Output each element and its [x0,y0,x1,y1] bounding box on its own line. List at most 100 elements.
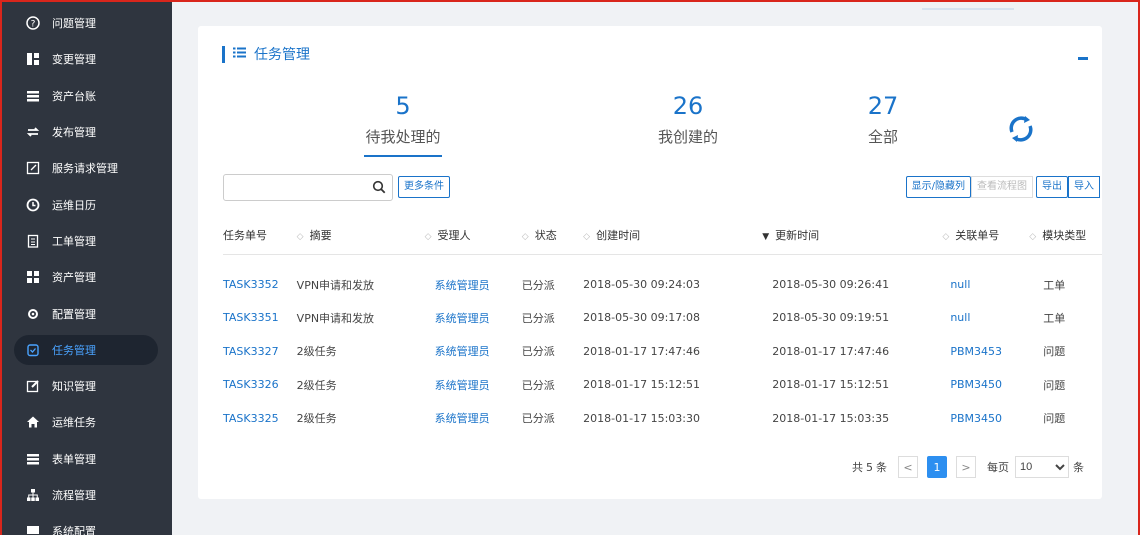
created-cell: 2018-01-17 15:03:30 [583,411,700,425]
stat-label: 我创建的 [657,128,718,146]
stat-number: 5 [395,92,411,120]
col-header-task-no[interactable]: 任务单号 [223,216,297,255]
sidebar-item-asset[interactable]: 资产管理 [0,259,172,295]
sidebar-item-label: 表单管理 [52,452,96,466]
col-header-updated[interactable]: ▼ 更新时间 [762,216,943,255]
stat-number: 27 [867,92,899,120]
assignee-link[interactable]: 系统管理员 [425,368,522,402]
task-table: 任务单号 ◇ 摘要 ◇ 受理人 ◇ 状态 ◇ 创建时间 ▼ 更新时间 ◇ 关联单号 ◇ 模块类… [223,216,1102,435]
task-no-link[interactable]: TASK3327 [223,335,297,369]
sidebar-item-label: 系统配置 [52,525,96,535]
related-no-link[interactable]: PBM3453 [942,335,1029,369]
stat-number: 26 [672,92,704,120]
sidebar-item-process[interactable]: 流程管理 [0,477,172,513]
active-tab-underline [364,155,442,157]
sidebar-item-task[interactable]: 任务管理 [0,332,172,368]
search-field[interactable] [223,174,393,201]
sidebar-item-label: 配置管理 [52,307,96,321]
table-header-row: 任务单号 ◇ 摘要 ◇ 受理人 ◇ 状态 ◇ 创建时间 ▼ 更新时间 ◇ 关联单号 ◇ 模块类… [223,216,1102,255]
col-header-created[interactable]: ◇ 创建时间 [583,216,763,255]
sidebar-item-change[interactable]: 变更管理 [0,41,172,77]
created-cell: 2018-05-30 09:17:08 [583,311,700,325]
task-no-link[interactable]: TASK3326 [223,368,297,402]
updated-cell: 2018-01-17 15:12:51 [772,378,890,392]
export-button[interactable]: 导出 [1036,176,1068,198]
summary-cell: 2级任务 [296,345,337,359]
home-icon [26,415,40,429]
import-button[interactable]: 导入 [1068,176,1100,198]
col-header-module-type[interactable]: ◇ 模块类型 [1029,216,1102,255]
sidebar-item-knowledge[interactable]: 知识管理 [0,368,172,404]
assignee-link[interactable]: 系统管理员 [425,335,522,369]
sort-icon: ◇ [942,231,950,242]
sidebar-item-ops-task[interactable]: 运维任务 [0,404,172,440]
search-icon[interactable] [372,180,386,194]
sidebar-item-label: 问题管理 [52,17,96,31]
page-number-current[interactable]: 1 [927,456,947,478]
more-conditions-button[interactable]: 更多条件 [398,176,450,198]
assignee-link[interactable]: 系统管理员 [425,254,522,301]
toggle-columns-button[interactable]: 显示/隐藏列 [905,176,971,198]
sidebar-item-problem[interactable]: ? 问题管理 [0,5,172,41]
summary-cell: VPN申请和发放 [296,278,375,292]
sidebar-item-service-request[interactable]: 服务请求管理 [0,150,172,186]
sidebar-item-config[interactable]: 配置管理 [0,295,172,331]
col-header-assignee[interactable]: ◇ 受理人 [424,216,522,255]
sidebar-item-asset-ledger[interactable]: 资产台账 [0,78,172,114]
next-page-button[interactable]: > [956,456,976,478]
top-tab-indicator [922,8,1014,10]
sidebar-item-label: 运维任务 [52,416,96,430]
toolbar-buttons: 显示/隐藏列 查看流程图 导出 导入 [903,176,1100,198]
sort-icon: ◇ [1029,231,1037,242]
updated-cell: 2018-01-17 17:47:46 [772,344,890,358]
pagination: 共 5 条 < 1 > 每页 10 条 [852,456,1084,478]
sort-icon: ◇ [521,231,529,242]
sidebar-item-system[interactable]: 系统配置 [0,513,172,535]
per-page-select[interactable]: 10 [1015,456,1069,478]
related-no-link[interactable]: PBM3450 [942,368,1029,402]
search-input[interactable] [224,175,364,200]
assignee-link[interactable]: 系统管理员 [425,402,522,436]
sidebar-item-ops-calendar[interactable]: 运维日历 [0,186,172,222]
module-type-cell: 问题 [1043,378,1066,392]
collapse-button[interactable] [1078,57,1088,60]
sidebar-item-release[interactable]: 发布管理 [0,114,172,150]
view-flowchart-button[interactable]: 查看流程图 [971,176,1033,198]
task-no-link[interactable]: TASK3352 [223,254,297,301]
card-header: 任务管理 [222,44,310,64]
list-icon [26,452,40,466]
sort-icon: ◇ [424,231,432,242]
related-no-link[interactable]: null [942,301,1029,335]
col-header-related-no[interactable]: ◇ 关联单号 [942,216,1030,255]
task-no-link[interactable]: TASK3351 [223,301,297,335]
stat-all[interactable]: 27 全部 [853,94,913,147]
svg-text:?: ? [31,20,36,30]
table-row: TASK3325 2级任务 系统管理员 已分派 2018-01-17 15:03… [223,402,1102,436]
task-no-link[interactable]: TASK3325 [223,402,297,436]
assignee-link[interactable]: 系统管理员 [425,301,522,335]
col-header-summary[interactable]: ◇ 摘要 [296,216,425,255]
related-no-link[interactable]: PBM3450 [942,402,1029,436]
sidebar-item-label: 发布管理 [52,126,96,140]
sidebar-item-label: 任务管理 [52,343,96,357]
related-no-link[interactable]: null [942,254,1029,301]
summary-cell: 2级任务 [296,378,337,392]
sidebar-item-form[interactable]: 表单管理 [0,441,172,477]
prev-page-button[interactable]: < [898,456,918,478]
table-row: TASK3326 2级任务 系统管理员 已分派 2018-01-17 15:12… [223,368,1102,402]
col-header-status[interactable]: ◇ 状态 [521,216,584,255]
stat-label: 待我处理的 [365,128,441,146]
total-count: 5 [866,460,873,474]
monitor-icon [26,524,40,535]
sidebar-item-ticket[interactable]: 工单管理 [0,223,172,259]
stat-created[interactable]: 26 我创建的 [638,94,738,147]
refresh-icon[interactable] [1004,112,1038,146]
sidebar-item-label: 流程管理 [52,489,96,502]
stat-pending[interactable]: 5 待我处理的 [348,94,458,157]
task-icon [26,343,40,357]
task-management-card: 任务管理 5 待我处理的 26 我创建的 27 全部 更多条件 显示/隐藏列 查… [198,26,1102,499]
stat-label: 全部 [867,128,898,146]
list-icon [233,46,246,62]
total-suffix: 条 [876,461,887,474]
sidebar-item-label: 运维日历 [52,198,96,212]
